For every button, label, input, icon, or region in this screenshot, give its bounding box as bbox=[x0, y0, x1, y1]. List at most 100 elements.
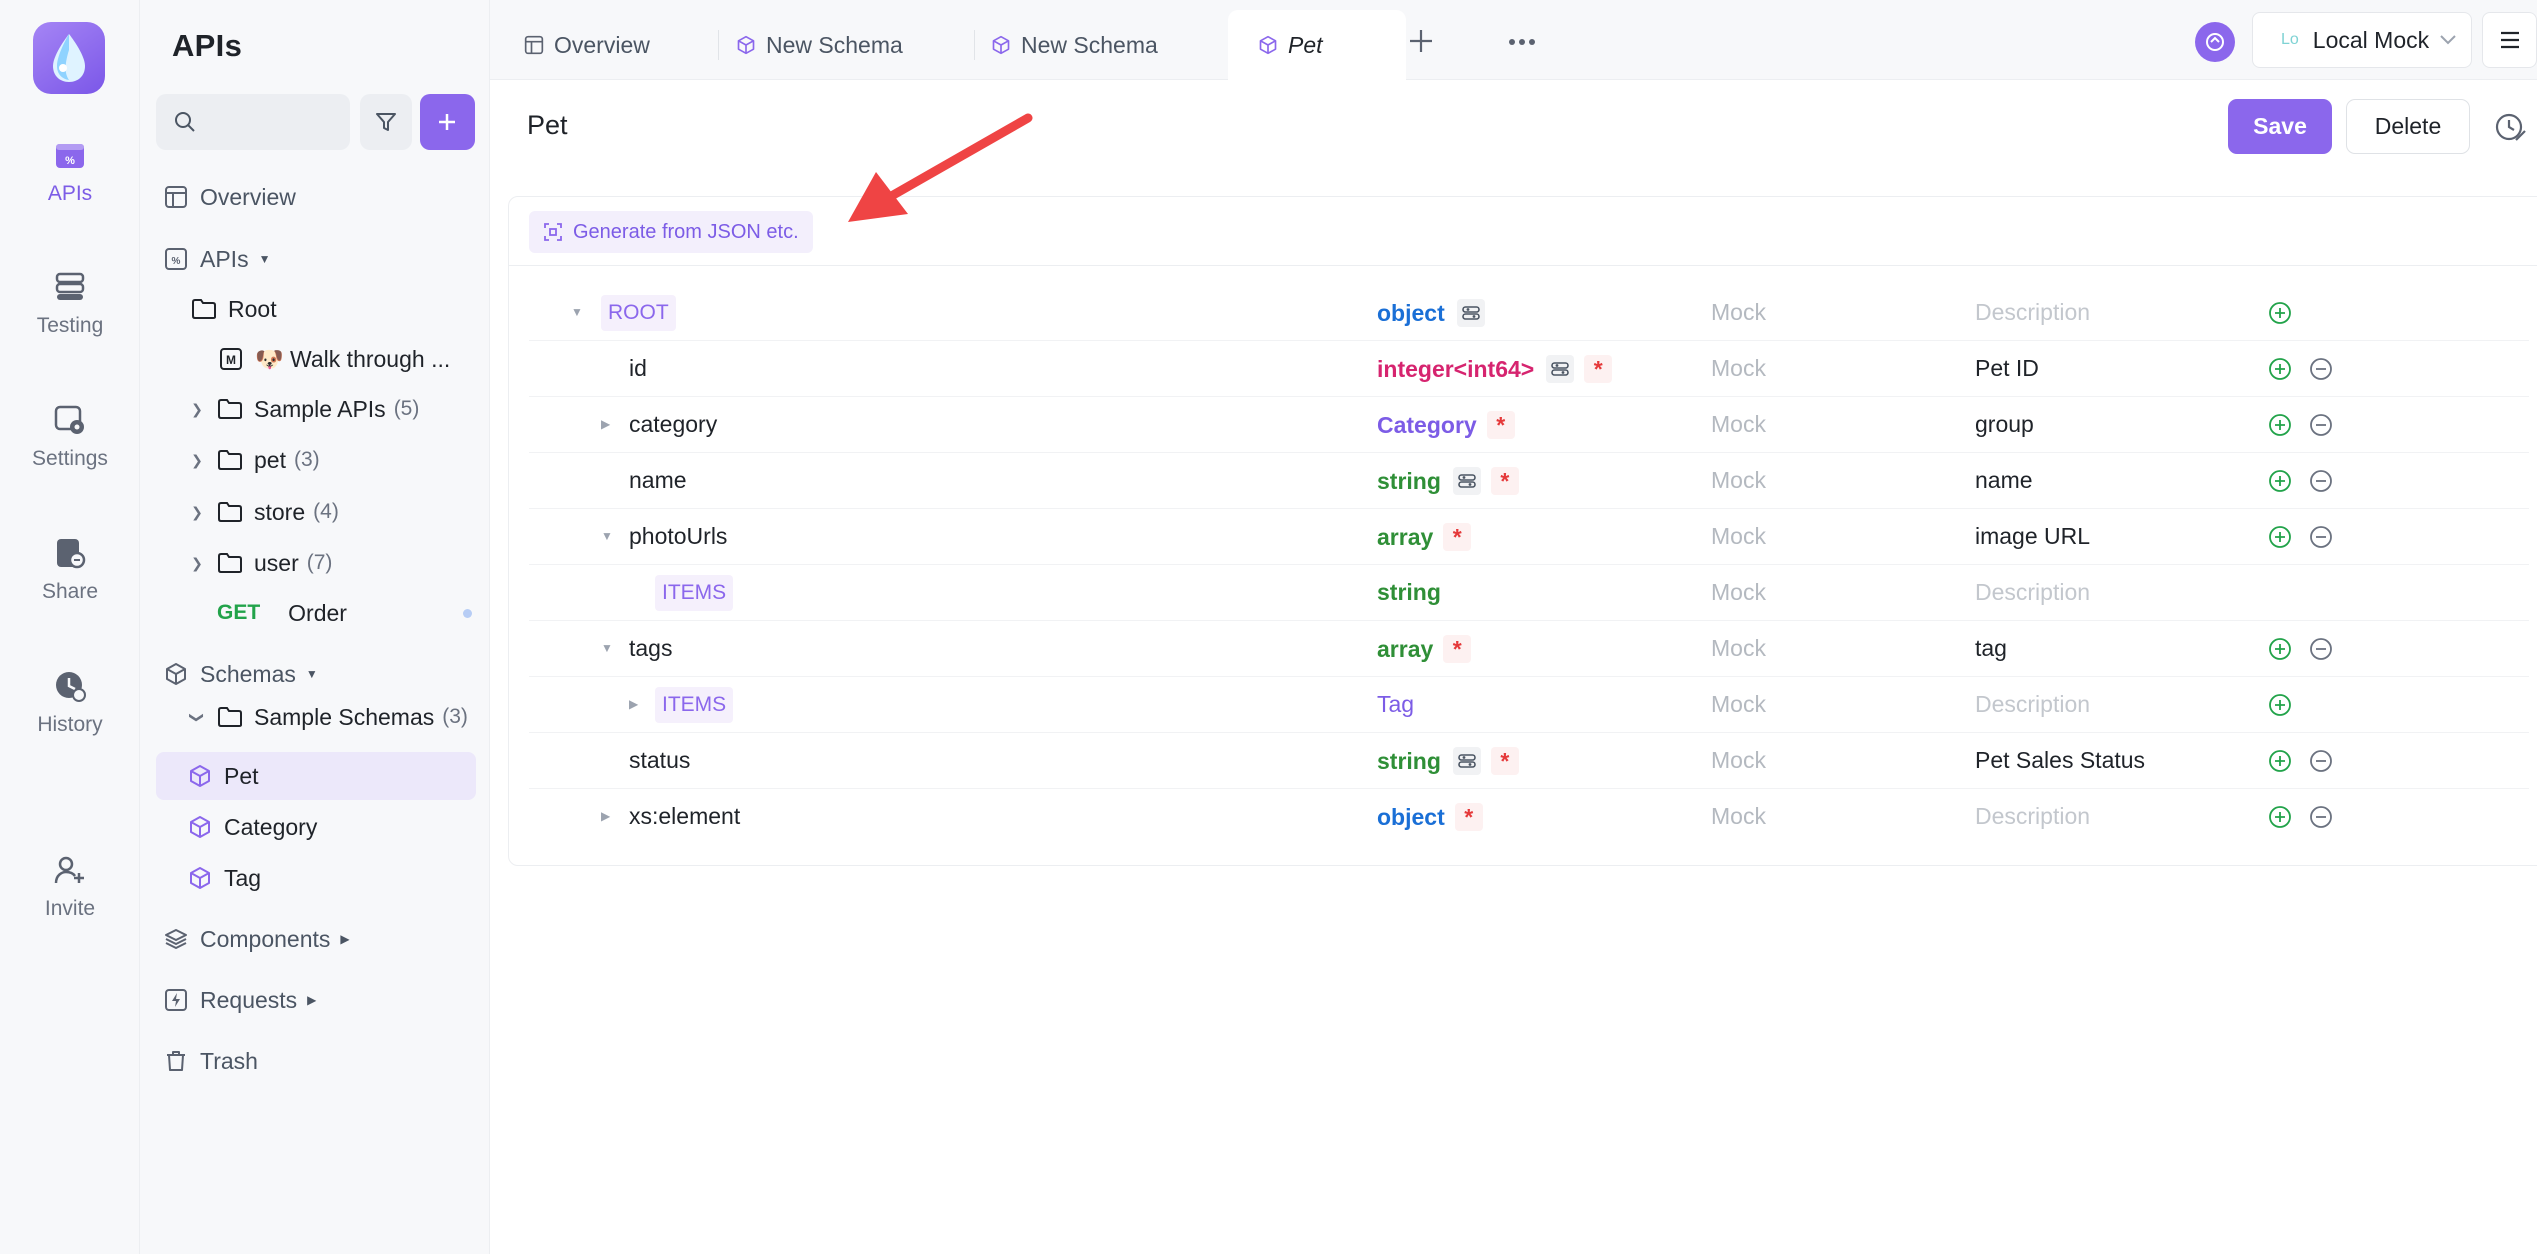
schema-row[interactable]: id integer<int64> * Mock Pet ID bbox=[529, 341, 2529, 397]
caret-right-icon[interactable]: ▶ bbox=[601, 417, 610, 431]
settings-sliders-icon[interactable] bbox=[1452, 747, 1481, 775]
rail-invite[interactable]: Invite bbox=[0, 853, 140, 963]
field-type[interactable]: integer<int64> * bbox=[1377, 355, 1613, 383]
schema-row[interactable]: ▶ ITEMS Tag Mock Description bbox=[529, 677, 2529, 733]
rail-share[interactable]: Share bbox=[0, 536, 140, 646]
required-asterisk-icon[interactable]: * bbox=[1454, 803, 1483, 831]
required-asterisk-icon[interactable]: * bbox=[1486, 411, 1515, 439]
description-field[interactable]: group bbox=[1975, 411, 2034, 438]
sidebar-item-trash[interactable]: Trash bbox=[162, 1039, 472, 1083]
sidebar-item-pet[interactable]: ❯ pet (3) bbox=[186, 438, 472, 482]
schema-row[interactable]: status string * Mock Pet Sales Status bbox=[529, 733, 2529, 789]
field-type[interactable]: object bbox=[1377, 299, 1485, 327]
menu-button[interactable] bbox=[2482, 12, 2537, 68]
field-type[interactable]: object * bbox=[1377, 803, 1483, 831]
required-asterisk-icon[interactable]: * bbox=[1443, 635, 1472, 663]
description-field[interactable]: tag bbox=[1975, 635, 2007, 662]
remove-circle-icon[interactable] bbox=[2309, 637, 2333, 661]
add-circle-icon[interactable] bbox=[2268, 637, 2292, 661]
sidebar-item-overview[interactable]: Overview bbox=[162, 175, 472, 219]
field-type[interactable]: array * bbox=[1377, 523, 1472, 551]
caret-right-icon[interactable]: ▶ bbox=[601, 809, 610, 823]
field-type[interactable]: Category * bbox=[1377, 411, 1515, 439]
description-field[interactable]: Description bbox=[1975, 579, 2090, 606]
schema-row[interactable]: ▼ ROOT object Mock Description bbox=[529, 285, 2529, 341]
schema-row[interactable]: ITEMS string Mock Description bbox=[529, 565, 2529, 621]
rail-apis[interactable]: % APIs bbox=[0, 138, 140, 248]
schema-row[interactable]: ▶ xs:element object * Mock Description bbox=[529, 789, 2529, 845]
required-asterisk-icon[interactable]: * bbox=[1584, 355, 1613, 383]
generate-from-json-button[interactable]: Generate from JSON etc. bbox=[529, 211, 813, 253]
caret-down-icon[interactable]: ▼ bbox=[601, 641, 613, 655]
history-icon[interactable] bbox=[2494, 110, 2528, 144]
sidebar-item-order[interactable]: GET Order bbox=[217, 591, 472, 635]
field-name[interactable]: xs:element bbox=[629, 803, 740, 830]
field-type[interactable]: array * bbox=[1377, 635, 1472, 663]
description-field[interactable]: Description bbox=[1975, 803, 2090, 830]
remove-circle-icon[interactable] bbox=[2309, 357, 2333, 381]
add-circle-icon[interactable] bbox=[2268, 357, 2292, 381]
remove-circle-icon[interactable] bbox=[2309, 749, 2333, 773]
field-name[interactable]: status bbox=[629, 747, 690, 774]
sidebar-item-user[interactable]: ❯ user (7) bbox=[186, 541, 472, 585]
rail-settings[interactable]: Settings bbox=[0, 403, 140, 513]
sidebar-item-walkthrough[interactable]: M 🐶 Walk through ... bbox=[217, 337, 472, 381]
mock-field[interactable]: Mock bbox=[1711, 803, 1766, 830]
description-field[interactable]: Pet Sales Status bbox=[1975, 747, 2145, 774]
search-input[interactable] bbox=[204, 102, 340, 142]
delete-button[interactable]: Delete bbox=[2346, 99, 2470, 154]
mock-field[interactable]: Mock bbox=[1711, 467, 1766, 494]
field-name[interactable]: name bbox=[629, 467, 687, 494]
more-icon[interactable] bbox=[1508, 38, 1536, 46]
required-asterisk-icon[interactable]: * bbox=[1490, 747, 1519, 775]
description-field[interactable]: Pet ID bbox=[1975, 355, 2039, 382]
sidebar-item-sample-schemas[interactable]: ❯ Sample Schemas (3) bbox=[186, 695, 472, 739]
description-field[interactable]: image URL bbox=[1975, 523, 2090, 550]
sidebar-item-schema-tag[interactable]: Tag bbox=[186, 856, 472, 900]
save-button[interactable]: Save bbox=[2228, 99, 2332, 154]
required-asterisk-icon[interactable]: * bbox=[1490, 467, 1519, 495]
add-circle-icon[interactable] bbox=[2268, 693, 2292, 717]
field-name[interactable]: photoUrls bbox=[629, 523, 727, 550]
mock-field[interactable]: Mock bbox=[1711, 747, 1766, 774]
field-type[interactable]: string * bbox=[1377, 747, 1519, 775]
schema-row[interactable]: ▼ tags array * Mock tag bbox=[529, 621, 2529, 677]
sidebar-item-store[interactable]: ❯ store (4) bbox=[186, 490, 472, 534]
mock-field[interactable]: Mock bbox=[1711, 523, 1766, 550]
environment-select[interactable]: Lo Local Mock bbox=[2252, 12, 2472, 68]
required-asterisk-icon[interactable]: * bbox=[1443, 523, 1472, 551]
add-circle-icon[interactable] bbox=[2268, 749, 2292, 773]
mock-field[interactable]: Mock bbox=[1711, 691, 1766, 718]
tab-pet[interactable]: Pet bbox=[1228, 10, 1406, 80]
mock-field[interactable]: Mock bbox=[1711, 579, 1766, 606]
field-name[interactable]: id bbox=[629, 355, 647, 382]
mock-field[interactable]: Mock bbox=[1711, 355, 1766, 382]
sidebar-item-schema-pet[interactable]: Pet bbox=[156, 752, 476, 800]
schema-row[interactable]: ▼ photoUrls array * Mock image URL bbox=[529, 509, 2529, 565]
sidebar-section-schemas[interactable]: Schemas ▼ bbox=[162, 652, 472, 696]
new-tab-icon[interactable] bbox=[1408, 28, 1434, 54]
settings-sliders-icon[interactable] bbox=[1546, 355, 1575, 383]
remove-circle-icon[interactable] bbox=[2309, 469, 2333, 493]
mock-field[interactable]: Mock bbox=[1711, 411, 1766, 438]
remove-circle-icon[interactable] bbox=[2309, 525, 2333, 549]
field-type[interactable]: string bbox=[1377, 579, 1441, 606]
tab-overview[interactable]: Overview bbox=[490, 10, 700, 80]
remove-circle-icon[interactable] bbox=[2309, 805, 2333, 829]
add-circle-icon[interactable] bbox=[2268, 413, 2292, 437]
caret-down-icon[interactable]: ▼ bbox=[601, 529, 613, 543]
app-logo[interactable] bbox=[33, 22, 105, 94]
add-circle-icon[interactable] bbox=[2268, 301, 2292, 325]
field-name[interactable]: category bbox=[629, 411, 717, 438]
description-field[interactable]: Description bbox=[1975, 299, 2090, 326]
sidebar-item-sample-apis[interactable]: ❯ Sample APIs (5) bbox=[186, 387, 472, 431]
tab-new-schema-1[interactable]: New Schema bbox=[702, 10, 952, 80]
sidebar-section-components[interactable]: Components ▶ bbox=[162, 917, 472, 961]
schema-row[interactable]: name string * Mock name bbox=[529, 453, 2529, 509]
description-field[interactable]: name bbox=[1975, 467, 2033, 494]
sidebar-section-apis[interactable]: % APIs ▼ bbox=[162, 237, 472, 281]
remove-circle-icon[interactable] bbox=[2309, 413, 2333, 437]
field-name[interactable]: tags bbox=[629, 635, 672, 662]
field-type[interactable]: string * bbox=[1377, 467, 1519, 495]
mock-field[interactable]: Mock bbox=[1711, 299, 1766, 326]
